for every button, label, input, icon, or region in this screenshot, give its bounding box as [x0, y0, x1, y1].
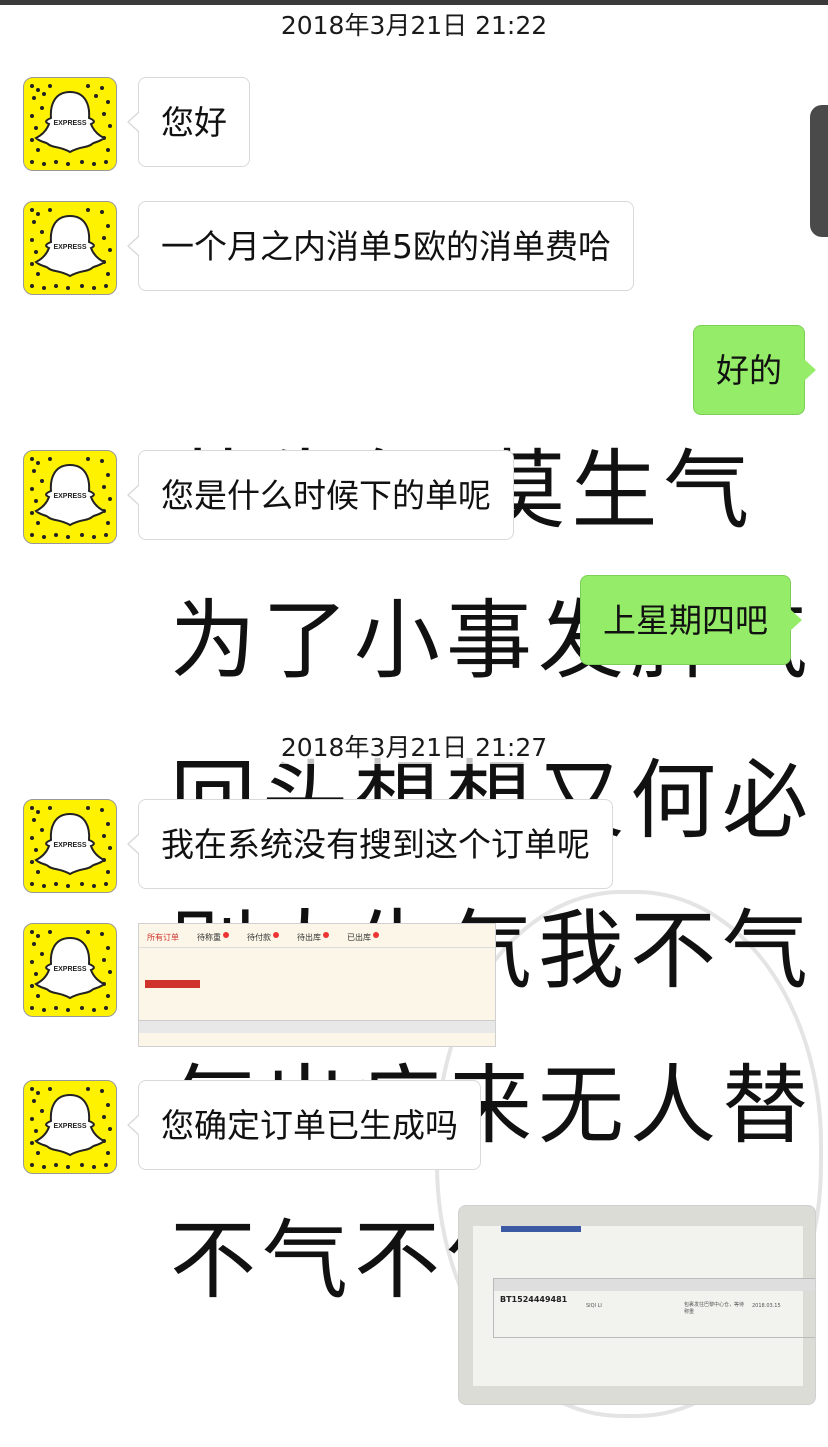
- photo-table-header: [494, 1279, 815, 1291]
- photo-order-table: BT1524449481 SIQI LI 包裹发往巴黎中心仓，等待称重 2018…: [493, 1278, 815, 1338]
- message-bubble-received[interactable]: 我在系统没有搜到这个订单呢: [127, 799, 613, 889]
- snapchat-ghost-icon: EXPRESS: [30, 1087, 112, 1169]
- image-message-screenshot[interactable]: 所有订单 待称重 待付款 待出库 已出库: [138, 923, 496, 1047]
- message-bubble-received[interactable]: 您是什么时候下的单呢: [127, 450, 514, 540]
- svg-text:EXPRESS: EXPRESS: [53, 493, 86, 500]
- screenshot-search-button: [145, 980, 200, 988]
- message-timestamp: 2018年3月21日 21:22: [0, 6, 828, 42]
- photo-order-id: BT1524449481: [500, 1295, 568, 1304]
- contact-avatar[interactable]: EXPRESS: [23, 201, 117, 295]
- screenshot-filter-row: [139, 948, 495, 964]
- snapchat-ghost-icon: EXPRESS: [30, 208, 112, 290]
- photo-date: 2018.03.15: [752, 1303, 781, 1309]
- contact-avatar[interactable]: EXPRESS: [23, 450, 117, 544]
- svg-text:EXPRESS: EXPRESS: [53, 120, 86, 127]
- svg-text:EXPRESS: EXPRESS: [53, 842, 86, 849]
- contact-avatar[interactable]: EXPRESS: [23, 799, 117, 893]
- message-bubble-received[interactable]: 一个月之内消单5欧的消单费哈: [127, 201, 634, 291]
- message-bubble-sent[interactable]: 好的: [693, 325, 816, 415]
- screenshot-table-header: [139, 1020, 495, 1033]
- message-bubble-received[interactable]: 您确定订单已生成吗: [127, 1080, 481, 1170]
- contact-avatar[interactable]: EXPRESS: [23, 923, 117, 1017]
- snapchat-ghost-icon: EXPRESS: [30, 930, 112, 1012]
- photo-status: 包裹发往巴黎中心仓，等待称重: [684, 1302, 745, 1315]
- message-timestamp: 2018年3月21日 21:27: [0, 728, 828, 764]
- image-message-photo[interactable]: BT1524449481 SIQI LI 包裹发往巴黎中心仓，等待称重 2018…: [458, 1205, 816, 1405]
- contact-avatar[interactable]: EXPRESS: [23, 1080, 117, 1174]
- photo-sender: SIQI LI: [586, 1303, 602, 1309]
- snapchat-ghost-icon: EXPRESS: [30, 84, 112, 166]
- status-bar: [0, 0, 828, 5]
- photo-header-bar: [501, 1226, 581, 1232]
- snapchat-ghost-icon: EXPRESS: [30, 457, 112, 539]
- message-bubble-sent[interactable]: 上星期四吧: [580, 575, 802, 665]
- contact-avatar[interactable]: EXPRESS: [23, 77, 117, 171]
- svg-text:EXPRESS: EXPRESS: [53, 1123, 86, 1130]
- screenshot-tab: 待称重: [197, 932, 229, 943]
- screenshot-tab: 待出库: [297, 932, 329, 943]
- photo-paper: BT1524449481 SIQI LI 包裹发往巴黎中心仓，等待称重 2018…: [473, 1226, 815, 1386]
- svg-text:EXPRESS: EXPRESS: [53, 244, 86, 251]
- screenshot-tabs: 所有订单 待称重 待付款 待出库 已出库: [139, 924, 495, 948]
- svg-text:EXPRESS: EXPRESS: [53, 966, 86, 973]
- message-bubble-received[interactable]: 您好: [127, 77, 250, 167]
- side-handle[interactable]: [810, 105, 828, 237]
- screenshot-tab: 已出库: [347, 932, 379, 943]
- screenshot-tab: 待付款: [247, 932, 279, 943]
- snapchat-ghost-icon: EXPRESS: [30, 806, 112, 888]
- screenshot-tab: 所有订单: [147, 933, 179, 942]
- screenshot-filter-row: [139, 964, 495, 980]
